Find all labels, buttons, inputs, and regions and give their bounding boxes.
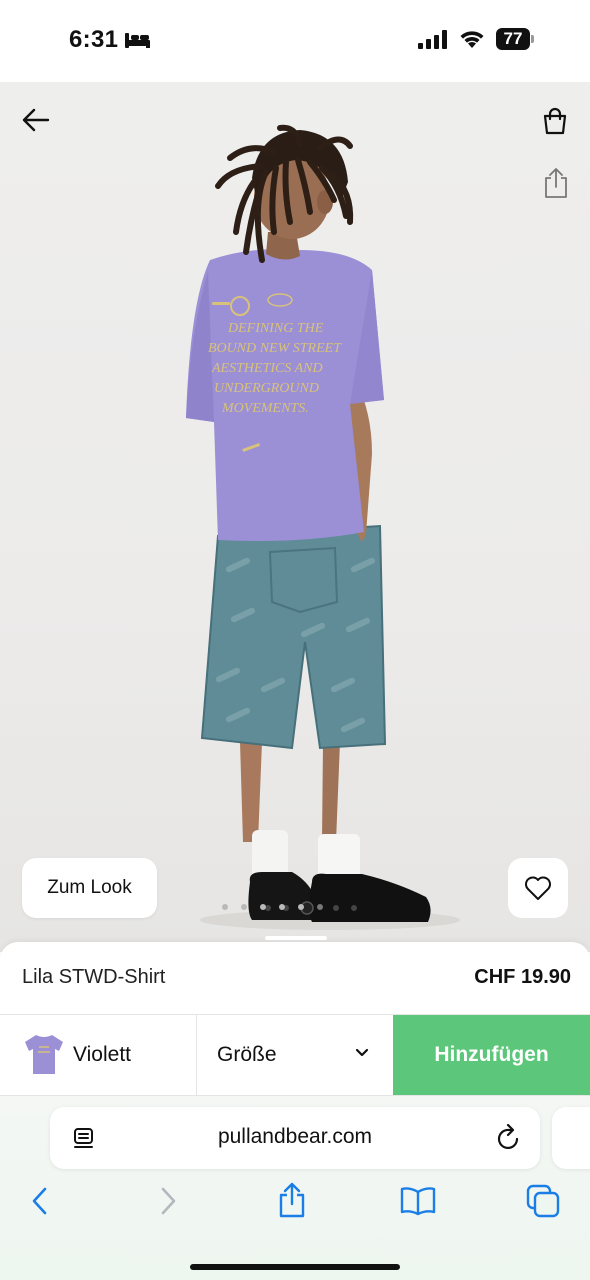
size-label: Größe: [217, 1043, 277, 1066]
next-tab-preview[interactable]: [552, 1107, 590, 1169]
carousel-dot[interactable]: [298, 904, 304, 910]
home-indicator: [190, 1264, 400, 1270]
carousel-dot[interactable]: [260, 904, 266, 910]
zum-look-button[interactable]: Zum Look: [22, 858, 157, 918]
product-photo: DEFINING THE BOUND NEW STREET AESTHETICS…: [186, 124, 460, 930]
color-swatch-thumbnail: [25, 1035, 63, 1074]
tabs-icon[interactable]: [526, 1184, 560, 1218]
wifi-icon: [460, 31, 484, 48]
battery-icon: 77: [496, 28, 534, 50]
size-selector[interactable]: Größe: [197, 1015, 393, 1095]
product-name: Lila STWD-Shirt: [22, 966, 166, 988]
print-line: DEFINING THE: [227, 321, 324, 336]
shopping-bag-icon[interactable]: [540, 106, 570, 136]
color-label: Violett: [73, 1043, 131, 1066]
purchase-options: Violett Größe Hinzufügen: [0, 1014, 590, 1096]
forward-icon[interactable]: [158, 1186, 178, 1216]
product-image-carousel[interactable]: DEFINING THE BOUND NEW STREET AESTHETICS…: [0, 82, 590, 952]
print-line: BOUND NEW STREET: [208, 341, 342, 356]
battery-level: 77: [503, 29, 523, 48]
status-time: 6:31: [69, 26, 119, 53]
back-arrow-icon[interactable]: [20, 106, 52, 134]
url-text[interactable]: pullandbear.com: [50, 1125, 540, 1149]
status-bar: 6:31 77: [0, 0, 590, 82]
cellular-signal-icon: [418, 30, 447, 49]
address-bar[interactable]: pullandbear.com: [50, 1107, 540, 1169]
back-icon[interactable]: [30, 1186, 50, 1216]
product-price: CHF 19.90: [474, 966, 571, 988]
bookmarks-icon[interactable]: [400, 1186, 436, 1216]
carousel-dot[interactable]: [222, 904, 228, 910]
carousel-dot[interactable]: [279, 904, 285, 910]
print-line: MOVEMENTS.: [221, 401, 309, 416]
add-to-cart-button[interactable]: Hinzufügen: [393, 1015, 590, 1095]
carousel-dot[interactable]: [241, 904, 247, 910]
heart-icon: [525, 876, 551, 900]
reload-icon[interactable]: [496, 1124, 522, 1152]
share-icon[interactable]: [541, 166, 571, 200]
print-line: UNDERGROUND: [214, 381, 319, 396]
print-line: AESTHETICS AND: [211, 361, 323, 376]
product-sheet: Lila STWD-Shirt CHF 19.90 Violett Größe …: [0, 936, 590, 1096]
share-icon[interactable]: [278, 1182, 306, 1218]
sheet-handle[interactable]: [265, 936, 327, 940]
favorite-button[interactable]: [508, 858, 568, 918]
color-selector[interactable]: Violett: [0, 1015, 197, 1095]
sleep-mode-icon: [125, 33, 150, 48]
chevron-down-icon: [355, 1048, 369, 1057]
carousel-dot[interactable]: [317, 904, 323, 910]
browser-toolbar: pullandbear.com: [0, 1096, 590, 1280]
